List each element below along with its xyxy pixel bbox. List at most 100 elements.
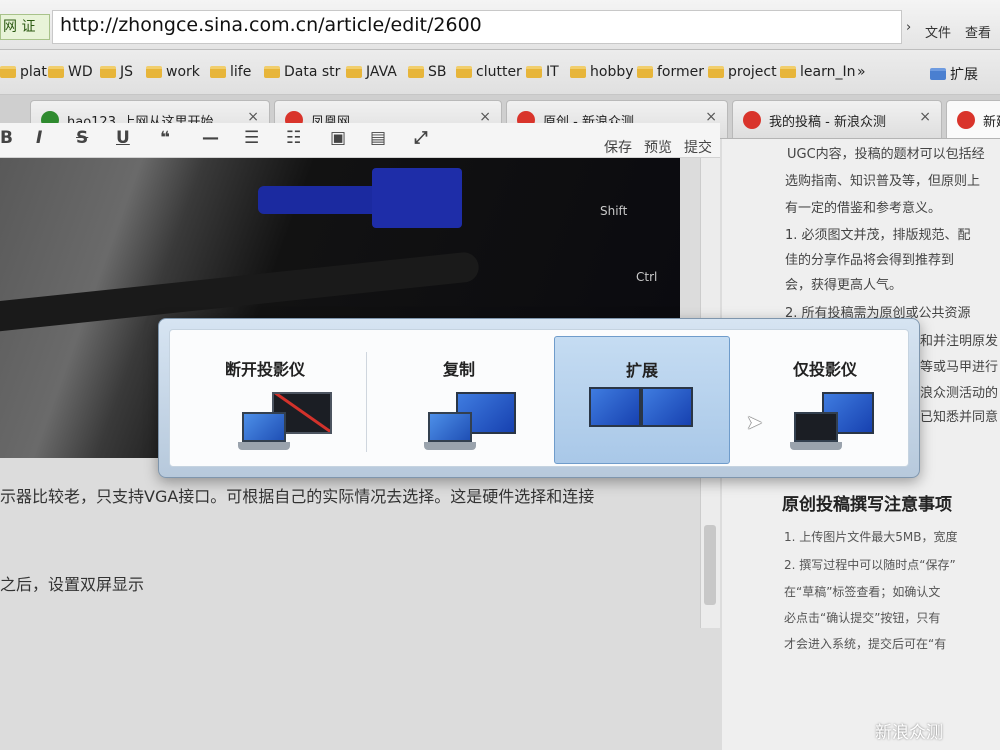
projector-switch-dialog: 断开投影仪 复制 扩展 仅投影仪	[158, 318, 920, 478]
bookmark-clutter[interactable]: clutter	[456, 64, 522, 80]
folder-icon	[0, 66, 16, 78]
vga-connector-shape	[258, 186, 378, 214]
bookmark-data-str[interactable]: Data str	[264, 64, 340, 80]
weibo-icon	[743, 111, 761, 129]
guideline-line: UGC内容，投稿的题材可以包括经	[787, 147, 985, 162]
option-projector-only[interactable]: 仅投影仪	[740, 336, 910, 464]
folder-icon	[146, 66, 162, 78]
video-button[interactable]: ▤	[370, 128, 386, 148]
preview-button[interactable]: 预览	[644, 137, 672, 157]
guideline-line: 会，获得更高人气。	[785, 278, 903, 293]
article-text-line[interactable]: 之后，设置双屏显示	[0, 571, 144, 595]
extensions-icon	[930, 68, 946, 80]
article-text-line[interactable]: 示器比较老，只支持VGA接口。可根据自己的实际情况去选择。这是硬件选择和连接	[0, 483, 594, 507]
tab-new[interactable]: 新建	[946, 100, 1000, 138]
watermark: 新浪众测	[875, 723, 943, 743]
menu-file[interactable]: 文件	[925, 22, 951, 41]
folder-icon	[708, 66, 724, 78]
vga-adapter-shape	[372, 168, 462, 228]
option-extend[interactable]: 扩展	[554, 336, 730, 464]
fullscreen-button[interactable]: ⤢	[414, 128, 428, 148]
guideline-line: 佳的分享作品将会得到推荐到	[785, 253, 955, 268]
laptop-icon	[242, 412, 286, 442]
editor-scroll-thumb[interactable]	[704, 525, 716, 605]
tab-my-submissions[interactable]: 我的投稿 - 新浪众测 ×	[732, 100, 942, 138]
bookmark-js[interactable]: JS	[100, 64, 133, 80]
folder-icon	[48, 66, 64, 78]
writing-note-line: 2. 撰写过程中可以随时点“保存”	[784, 558, 956, 572]
guideline-line: 等或马甲进行	[920, 360, 999, 375]
folder-icon	[637, 66, 653, 78]
option-disconnect-projector[interactable]: 断开投影仪	[180, 336, 350, 464]
underline-button[interactable]: U	[116, 128, 130, 148]
quote-button[interactable]: ❝	[160, 128, 170, 148]
monitor-right-icon	[641, 387, 693, 427]
laptop-base-icon	[238, 442, 290, 450]
italic-button[interactable]: I	[36, 128, 42, 148]
folder-icon	[100, 66, 116, 78]
ordered-list-button[interactable]: ☷	[286, 128, 301, 148]
bookmark-learn-in[interactable]: learn_In	[780, 64, 855, 80]
folder-icon	[408, 66, 424, 78]
address-bar-row: 网 证 http://zhongce.sina.com.cn/article/e…	[0, 0, 1000, 50]
submit-button[interactable]: 提交	[684, 137, 712, 157]
weibo-icon	[957, 111, 975, 129]
site-certificate-badge[interactable]: 网 证	[0, 14, 50, 40]
bookmark-wd[interactable]: WD	[48, 64, 93, 80]
close-icon[interactable]: ×	[919, 109, 931, 125]
folder-icon	[570, 66, 586, 78]
unordered-list-button[interactable]: ☰	[244, 128, 259, 148]
save-button[interactable]: 保存	[604, 137, 632, 157]
guideline-line: 选购指南、知识普及等，但原则上	[785, 174, 981, 189]
option-label: 仅投影仪	[792, 360, 857, 379]
bold-button[interactable]: B	[0, 128, 13, 148]
bookmark-project[interactable]: project	[708, 64, 777, 80]
bookmark-life[interactable]: life	[210, 64, 251, 80]
guideline-line: 已知悉并同意	[920, 410, 999, 425]
option-duplicate[interactable]: 复制	[374, 336, 544, 464]
keyboard-key-ctrl: Ctrl	[636, 270, 658, 284]
editor-toolbar: B I S U ❝ — ☰ ☷ ▣ ▤ ⤢ 保存 预览 提交	[0, 123, 720, 158]
bookmark-former[interactable]: former	[637, 64, 704, 80]
folder-icon	[346, 66, 362, 78]
option-label: 断开投影仪	[224, 360, 305, 379]
folder-icon	[210, 66, 226, 78]
monitor-left-icon	[589, 387, 641, 427]
option-label: 扩展	[625, 361, 658, 380]
image-button[interactable]: ▣	[330, 128, 346, 148]
strikethrough-button[interactable]: S	[76, 128, 88, 148]
option-label: 复制	[442, 360, 475, 379]
writing-note-line: 1. 上传图片文件最大5MB，宽度	[784, 530, 958, 544]
url-text[interactable]: http://zhongce.sina.com.cn/article/edit/…	[60, 14, 482, 36]
writing-note-line: 才会进入系统，提交后可在“有	[784, 637, 947, 651]
laptop-base-icon	[790, 442, 842, 450]
mouse-cursor-icon: ➤	[746, 410, 763, 434]
writing-notes-heading: 原创投稿撰写注意事项	[782, 495, 952, 515]
folder-icon	[264, 66, 280, 78]
laptop-off-icon	[794, 412, 838, 442]
bookmark-sb[interactable]: SB	[408, 64, 447, 80]
bookmarks-more-button[interactable]: »	[857, 64, 866, 80]
folder-icon	[526, 66, 542, 78]
folder-icon	[780, 66, 796, 78]
bookmark-work[interactable]: work	[146, 64, 200, 80]
horizontal-rule-button[interactable]: —	[202, 128, 219, 148]
extensions-button[interactable]: 扩展	[930, 64, 978, 84]
chevron-right-icon[interactable]: ›	[906, 20, 911, 35]
bookmark-it[interactable]: IT	[526, 64, 559, 80]
projector-options-panel: 断开投影仪 复制 扩展 仅投影仪	[169, 329, 909, 467]
bookmark-hobby[interactable]: hobby	[570, 64, 634, 80]
guideline-line: 浪众测活动的	[920, 386, 999, 401]
bookmark-java[interactable]: JAVA	[346, 64, 397, 80]
folder-icon	[456, 66, 472, 78]
keyboard-key-shift: Shift	[600, 204, 628, 218]
writing-note-line: 在“草稿”标签查看；如确认文	[784, 585, 941, 599]
guideline-line: 1. 必须图文并茂，排版规范、配	[785, 228, 971, 243]
guideline-line: 有一定的借鉴和参考意义。	[785, 201, 942, 216]
laptop-base-icon	[424, 442, 476, 450]
writing-note-line: 必点击“确认提交”按钮，只有	[784, 611, 941, 625]
menu-view[interactable]: 查看	[965, 22, 991, 41]
option-divider	[366, 352, 367, 452]
bookmark-plat[interactable]: plat	[0, 64, 47, 80]
bookmarks-bar: plat WD JS work life Data str JAVA SB cl…	[0, 50, 1000, 95]
